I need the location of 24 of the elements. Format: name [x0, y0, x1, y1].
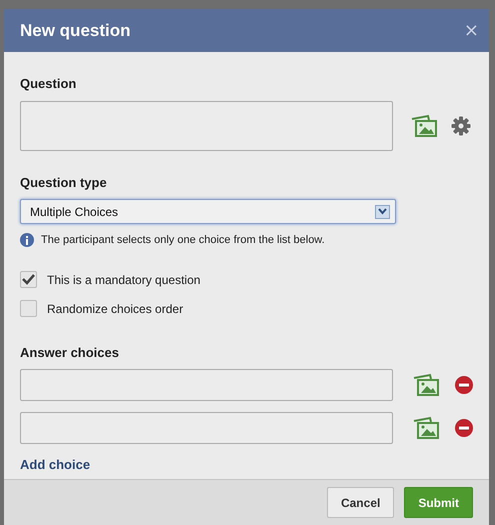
cancel-button[interactable]: Cancel	[326, 487, 394, 518]
add-choice-link[interactable]: Add choice	[20, 455, 90, 474]
field-label: Question type	[20, 174, 108, 192]
picture-icon[interactable]	[411, 373, 441, 397]
remove-icon[interactable]	[455, 419, 473, 437]
picture-icon[interactable]	[409, 114, 439, 138]
hint-text: The participant selects only one choice from the list below.	[41, 233, 325, 248]
settings-icon[interactable]	[451, 116, 471, 136]
checkbox[interactable]	[20, 300, 37, 317]
answer-input[interactable]	[20, 412, 393, 444]
submit-button[interactable]: Submit	[404, 487, 473, 518]
remove-icon[interactable]	[455, 376, 473, 394]
dialog-title: New question	[20, 20, 131, 42]
caret-icon	[375, 204, 390, 218]
checkbox-label: Randomize choices order	[47, 300, 184, 318]
picture-icon[interactable]	[411, 416, 441, 440]
question-type-select[interactable]: Multiple Choices	[20, 199, 396, 224]
question-input[interactable]	[20, 100, 393, 150]
checkbox-label: This is a mandatory question	[47, 272, 200, 288]
checkbox[interactable]	[20, 271, 37, 288]
info-icon	[20, 233, 34, 248]
field-label: Answer choices	[20, 344, 120, 362]
field-label: Question	[20, 75, 78, 93]
answer-input[interactable]	[20, 369, 393, 401]
